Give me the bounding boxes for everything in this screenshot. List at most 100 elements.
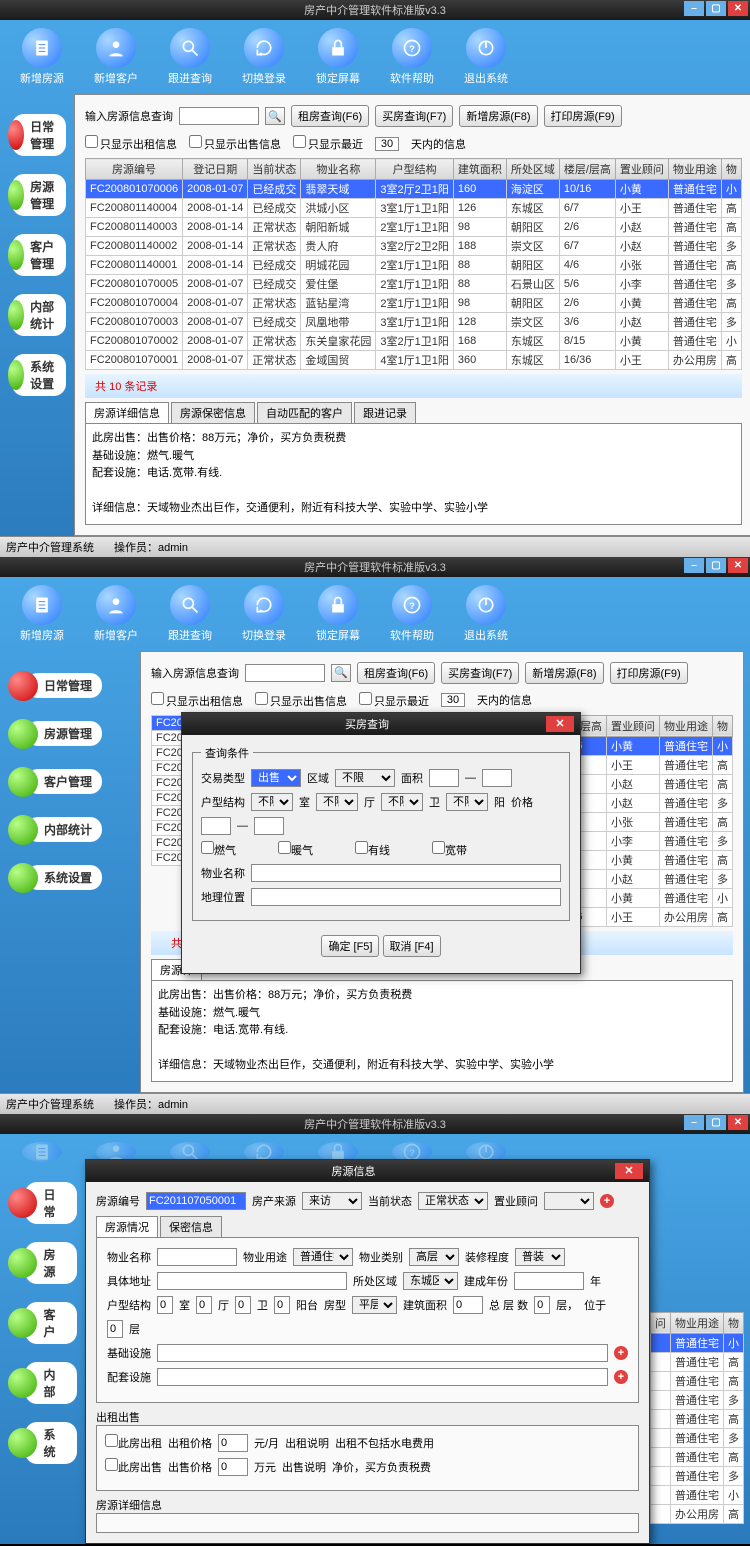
col-header[interactable]: 物 bbox=[713, 715, 733, 736]
col-header[interactable]: 建筑面积 bbox=[453, 159, 506, 180]
daily-mgmt-button[interactable]: 日常管理 bbox=[8, 671, 132, 701]
hall-select[interactable]: 不限 bbox=[316, 793, 358, 811]
hall-input[interactable] bbox=[196, 1296, 212, 1314]
category-select[interactable]: 高层 bbox=[409, 1248, 459, 1266]
sale-price-input[interactable] bbox=[218, 1458, 248, 1476]
advisor-select[interactable] bbox=[544, 1192, 594, 1210]
search-icon[interactable]: 🔍 bbox=[331, 664, 351, 682]
table-row[interactable]: 普通住宅高 bbox=[651, 1371, 744, 1390]
detail-tab[interactable]: 自动匹配的客户 bbox=[257, 402, 352, 423]
internal-stats-button[interactable]: 内部统计 bbox=[8, 815, 132, 845]
cable-check[interactable]: 有线 bbox=[355, 841, 390, 858]
exit-button[interactable]: 退出系统 bbox=[464, 585, 508, 643]
system-settings-button[interactable]: 系统 bbox=[8, 1422, 77, 1464]
property-mgmt-button[interactable]: 房源管理 bbox=[8, 174, 66, 216]
table-row[interactable]: FC2008011400022008-01-14正常状态贵人府3室2厅2卫2阳1… bbox=[86, 237, 742, 256]
table-row[interactable]: FC2008010700032008-01-07已经成交凤凰地带3室1厅1卫1阳… bbox=[86, 313, 742, 332]
new-property-button[interactable]: 新增房源 bbox=[20, 28, 64, 86]
close-button[interactable]: ✕ bbox=[728, 1115, 748, 1130]
search-input[interactable] bbox=[179, 107, 259, 125]
close-button[interactable]: ✕ bbox=[728, 1, 748, 16]
for-sale-check[interactable]: 此房出售 bbox=[105, 1458, 162, 1475]
property-name-input[interactable] bbox=[251, 864, 561, 882]
bath-select[interactable]: 不限 bbox=[381, 793, 423, 811]
infra-input[interactable] bbox=[157, 1344, 608, 1362]
matching-input[interactable] bbox=[157, 1368, 608, 1386]
rent-price-input[interactable] bbox=[218, 1434, 248, 1452]
switch-login-button[interactable]: 切换登录 bbox=[242, 585, 286, 643]
new-property-button[interactable]: 新增房源(F8) bbox=[459, 105, 537, 127]
deco-select[interactable]: 普装 bbox=[515, 1248, 565, 1266]
tab-property-info[interactable]: 房源情况 bbox=[96, 1216, 158, 1237]
customer-mgmt-button[interactable]: 客户 bbox=[8, 1302, 77, 1344]
table-row[interactable]: FC2008010700042008-01-07正常状态蓝钻星湾2室1厅1卫1阳… bbox=[86, 294, 742, 313]
add-advisor-icon[interactable]: + bbox=[600, 1194, 614, 1208]
filter-recent[interactable]: 只显示最近 bbox=[293, 135, 363, 152]
exit-button[interactable]: 退出系统 bbox=[464, 1142, 508, 1154]
year-input[interactable] bbox=[514, 1272, 584, 1290]
district-select[interactable]: 东城区 bbox=[403, 1272, 458, 1290]
col-header[interactable]: 物业用途 bbox=[660, 715, 713, 736]
for-rent-check[interactable]: 此房出租 bbox=[105, 1434, 162, 1451]
source-select[interactable]: 来访 bbox=[302, 1192, 362, 1210]
col-header[interactable]: 所处区域 bbox=[506, 159, 559, 180]
col-header[interactable]: 置业顾问 bbox=[615, 159, 668, 180]
table-row[interactable]: 普通住宅高 bbox=[651, 1447, 744, 1466]
minimize-button[interactable]: – bbox=[684, 1, 704, 16]
customer-mgmt-button[interactable]: 客户管理 bbox=[8, 767, 132, 797]
code-input[interactable] bbox=[146, 1192, 246, 1210]
detail-tab[interactable]: 房源详细信息 bbox=[85, 402, 169, 423]
col-header[interactable]: 物业名称 bbox=[301, 159, 376, 180]
table-row[interactable]: FC2008010700062008-01-07已经成交翡翠天域3室2厅2卫1阳… bbox=[86, 180, 742, 199]
table-row[interactable]: 普通住宅多 bbox=[651, 1428, 744, 1447]
table-row[interactable]: FC2008010700022008-01-07正常状态东关皇家花园3室2厅1卫… bbox=[86, 332, 742, 351]
print-property-button[interactable]: 打印房源(F9) bbox=[544, 105, 622, 127]
property-mgmt-button[interactable]: 房源 bbox=[8, 1242, 77, 1284]
new-customer-button[interactable]: 新增客户 bbox=[94, 585, 138, 643]
usage-select[interactable]: 普通住宅 bbox=[293, 1248, 353, 1266]
track-query-button[interactable]: 跟进查询 bbox=[168, 585, 212, 643]
heat-check[interactable]: 暖气 bbox=[278, 841, 313, 858]
rent-query-button[interactable]: 租房查询(F6) bbox=[291, 105, 369, 127]
table-row[interactable]: FC2008010700012008-01-07正常状态金域国贸4室1厅1卫1阳… bbox=[86, 351, 742, 370]
table-row[interactable]: 普通住宅高 bbox=[651, 1352, 744, 1371]
minimize-button[interactable]: – bbox=[684, 1115, 704, 1130]
bath-input[interactable] bbox=[235, 1296, 251, 1314]
lock-screen-button[interactable]: 锁定屏幕 bbox=[316, 585, 360, 643]
buy-query-button[interactable]: 买房查询(F7) bbox=[375, 105, 453, 127]
switch-login-button[interactable]: 切换登录 bbox=[242, 1142, 286, 1154]
filter-rent-only[interactable]: 只显示出租信息 bbox=[85, 135, 177, 152]
balcony-input[interactable] bbox=[274, 1296, 290, 1314]
modal-cancel-button[interactable]: 取消 [F4] bbox=[383, 935, 441, 957]
table-row[interactable]: 普通住宅多 bbox=[651, 1466, 744, 1485]
balcony-select[interactable]: 不限 bbox=[446, 793, 488, 811]
tab-secret-info[interactable]: 保密信息 bbox=[160, 1216, 222, 1237]
detail-tab[interactable]: 房源保密信息 bbox=[171, 402, 255, 423]
area-max-input[interactable] bbox=[482, 769, 512, 787]
status-select[interactable]: 正常状态 bbox=[418, 1192, 488, 1210]
buy-query-button[interactable]: 买房查询(F7) bbox=[441, 662, 519, 684]
house-type-select[interactable]: 平层 bbox=[352, 1296, 397, 1314]
help-button[interactable]: ?软件帮助 bbox=[390, 28, 434, 86]
modal-close-button[interactable]: ✕ bbox=[546, 716, 574, 732]
close-button[interactable]: ✕ bbox=[728, 558, 748, 573]
floors-input[interactable] bbox=[534, 1296, 550, 1314]
minimize-button[interactable]: – bbox=[684, 558, 704, 573]
filter-sale-only[interactable]: 只显示出售信息 bbox=[189, 135, 281, 152]
room-input[interactable] bbox=[157, 1296, 173, 1314]
search-icon[interactable]: 🔍 bbox=[265, 107, 285, 125]
table-row[interactable]: 办公用房高 bbox=[651, 1504, 744, 1523]
new-customer-button[interactable]: 新增客户 bbox=[94, 28, 138, 86]
search-input[interactable] bbox=[245, 664, 325, 682]
property-mgmt-button[interactable]: 房源管理 bbox=[8, 719, 132, 749]
table-row[interactable]: 普通住宅小 bbox=[651, 1333, 744, 1352]
col-header[interactable]: 置业顾问 bbox=[607, 715, 660, 736]
table-row[interactable]: FC2008011400012008-01-14已经成交明城花园2室1厅1卫1阳… bbox=[86, 256, 742, 275]
system-settings-button[interactable]: 系统设置 bbox=[8, 863, 132, 893]
days-input[interactable]: 30 bbox=[375, 137, 399, 151]
daily-mgmt-button[interactable]: 日常管理 bbox=[8, 114, 66, 156]
track-query-button[interactable]: 跟进查询 bbox=[168, 1142, 212, 1154]
customer-mgmt-button[interactable]: 客户管理 bbox=[8, 234, 66, 276]
broadband-check[interactable]: 宽带 bbox=[432, 841, 467, 858]
help-button[interactable]: ?软件帮助 bbox=[390, 1142, 434, 1154]
